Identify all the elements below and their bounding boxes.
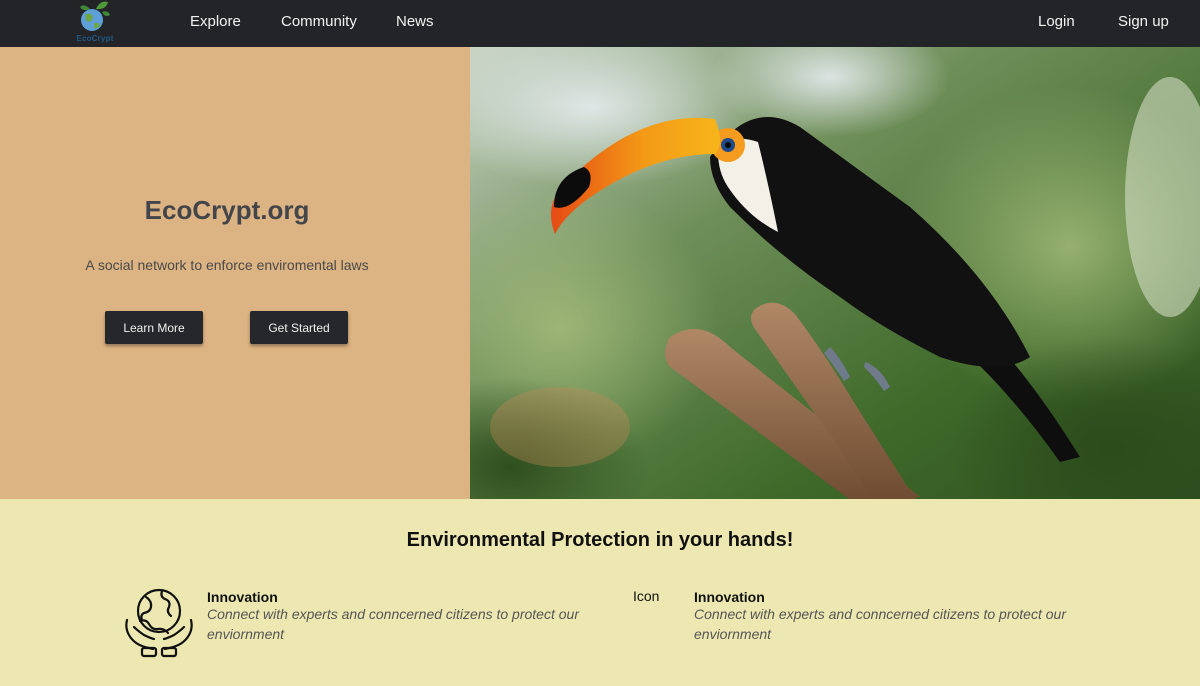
login-link[interactable]: Login [1038,13,1075,30]
nav-news[interactable]: News [396,13,434,30]
feature-2-description: Connect with experts and conncerned citi… [694,606,1066,642]
nav-community[interactable]: Community [281,13,357,30]
features-section: Environmental Protection in your hands! … [0,499,1200,686]
feature-2-title: Innovation [694,589,765,605]
features-heading: Environmental Protection in your hands! [406,529,794,551]
hero-panel: EcoCrypt.org A social network to enforce… [0,47,470,499]
hero-image [470,47,1200,499]
globe-leaf-logo-icon [80,1,110,31]
logo-text: EcoCrypt [76,34,114,43]
learn-more-button[interactable]: Learn More [105,311,203,344]
toucan-photo [470,47,1200,499]
feature-2-icon-placeholder: Icon [633,588,660,604]
navbar: EcoCrypt Explore Community News Login Si… [0,0,1200,47]
logo[interactable]: EcoCrypt [72,1,118,45]
nav-explore[interactable]: Explore [190,13,241,30]
feature-1-description: Connect with experts and conncerned citi… [207,606,579,642]
feature-1-title: Innovation [207,589,278,605]
get-started-button[interactable]: Get Started [250,311,348,344]
hero-title: EcoCrypt.org [144,195,310,225]
signup-link[interactable]: Sign up [1118,13,1169,30]
hero-subtitle: A social network to enforce enviromental… [85,257,369,273]
globe-hands-icon [124,587,194,659]
